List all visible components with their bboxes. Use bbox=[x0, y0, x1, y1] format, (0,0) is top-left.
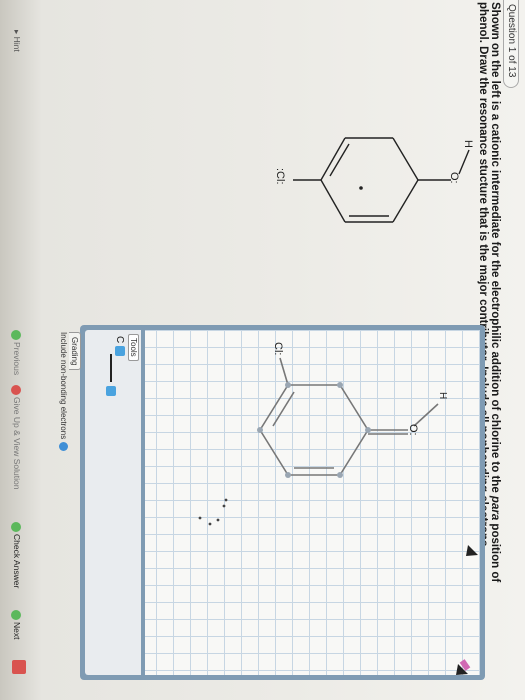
double-bond bbox=[272, 391, 295, 427]
bond bbox=[259, 429, 289, 476]
info-icon[interactable] bbox=[58, 442, 68, 452]
give-up-label: Give Up & View Solution bbox=[12, 397, 22, 490]
bond bbox=[392, 179, 419, 223]
atom-node[interactable] bbox=[285, 382, 291, 388]
hint-link[interactable]: ▸ Hint bbox=[11, 30, 22, 52]
bond bbox=[339, 429, 369, 476]
cation-structure: H O: :Cl: bbox=[274, 137, 473, 223]
grading-text: Include non-bonding electrons bbox=[58, 332, 68, 452]
electron-dot bbox=[208, 522, 212, 526]
bond-dropdown-icon[interactable] bbox=[106, 386, 116, 396]
exit-icon[interactable] bbox=[12, 660, 26, 674]
o-atom-label: O: bbox=[448, 172, 460, 184]
previous-icon bbox=[11, 330, 22, 340]
previous-button[interactable]: Previous bbox=[11, 330, 22, 375]
tools-panel: Tools C bbox=[85, 330, 141, 675]
electron-dot bbox=[216, 518, 220, 522]
atom-node[interactable] bbox=[285, 472, 291, 478]
rotated-view: Question 1 of 13 Shown on the left is a … bbox=[0, 0, 525, 700]
element-dropdown-icon[interactable] bbox=[115, 346, 125, 356]
content-area: Question 1 of 13 Shown on the left is a … bbox=[0, 0, 525, 700]
hint-label: Hint bbox=[12, 36, 22, 52]
cation-dot bbox=[359, 186, 363, 190]
question-line-1-a: Shown on the left is a cationic intermed… bbox=[489, 2, 501, 496]
ring-bonds bbox=[293, 137, 470, 223]
canvas-cl-label: Cl: bbox=[272, 342, 284, 355]
canvas-h-label: H bbox=[437, 392, 448, 399]
electron-dot bbox=[224, 498, 228, 502]
grading-label: Grading bbox=[69, 332, 81, 371]
question-line-1-italic: para bbox=[489, 495, 501, 521]
check-icon bbox=[11, 522, 22, 532]
previous-label: Previous bbox=[12, 342, 22, 376]
atom-node[interactable] bbox=[365, 427, 371, 433]
check-answer-label: Check Answer bbox=[12, 534, 22, 589]
grading-text-value: Include non-bonding electrons bbox=[59, 332, 68, 440]
tool-element-c[interactable]: C bbox=[114, 336, 125, 343]
atom-node[interactable] bbox=[337, 382, 343, 388]
electron-dot bbox=[222, 504, 226, 508]
bond bbox=[392, 137, 419, 181]
cursor-arrow-icon bbox=[466, 545, 478, 556]
bond bbox=[320, 179, 346, 223]
nav-bar: ▸ Hint Previous Give Up & View Solution … bbox=[6, 0, 28, 700]
atom-nodes bbox=[257, 382, 371, 478]
bond-o-h bbox=[413, 403, 439, 427]
give-up-button[interactable]: Give Up & View Solution bbox=[11, 385, 22, 489]
screen: Question 1 of 13 Shown on the left is a … bbox=[0, 0, 525, 700]
bond-o-h bbox=[458, 149, 470, 175]
bond-c-cl bbox=[279, 357, 289, 386]
grading-section: Grading Include non-bonding electrons bbox=[51, 330, 81, 675]
electron-dots bbox=[198, 498, 228, 526]
electron-dot bbox=[198, 516, 202, 520]
next-button[interactable]: Next bbox=[11, 610, 22, 639]
canvas-bonds bbox=[259, 357, 439, 476]
question-line-1: Shown on the left is a cationic intermed… bbox=[489, 2, 501, 692]
next-icon bbox=[11, 610, 22, 620]
atom-node[interactable] bbox=[337, 472, 343, 478]
question-line-1-b: position of bbox=[489, 520, 501, 583]
bond bbox=[320, 137, 346, 181]
question-label: Question 1 of 13 bbox=[503, 0, 519, 89]
bond bbox=[339, 384, 369, 431]
check-answer-button[interactable]: Check Answer bbox=[11, 522, 22, 588]
canvas-structure[interactable]: H O: Cl: bbox=[145, 330, 480, 675]
cl-atom-label: :Cl: bbox=[274, 168, 286, 185]
h-atom-label: H bbox=[462, 140, 473, 148]
next-label: Next bbox=[12, 622, 22, 640]
give-up-icon bbox=[11, 385, 22, 395]
tool-single-bond[interactable] bbox=[110, 354, 112, 382]
tools-label: Tools bbox=[128, 334, 139, 361]
atom-node[interactable] bbox=[257, 427, 263, 433]
canvas-o-label: O: bbox=[407, 424, 419, 436]
